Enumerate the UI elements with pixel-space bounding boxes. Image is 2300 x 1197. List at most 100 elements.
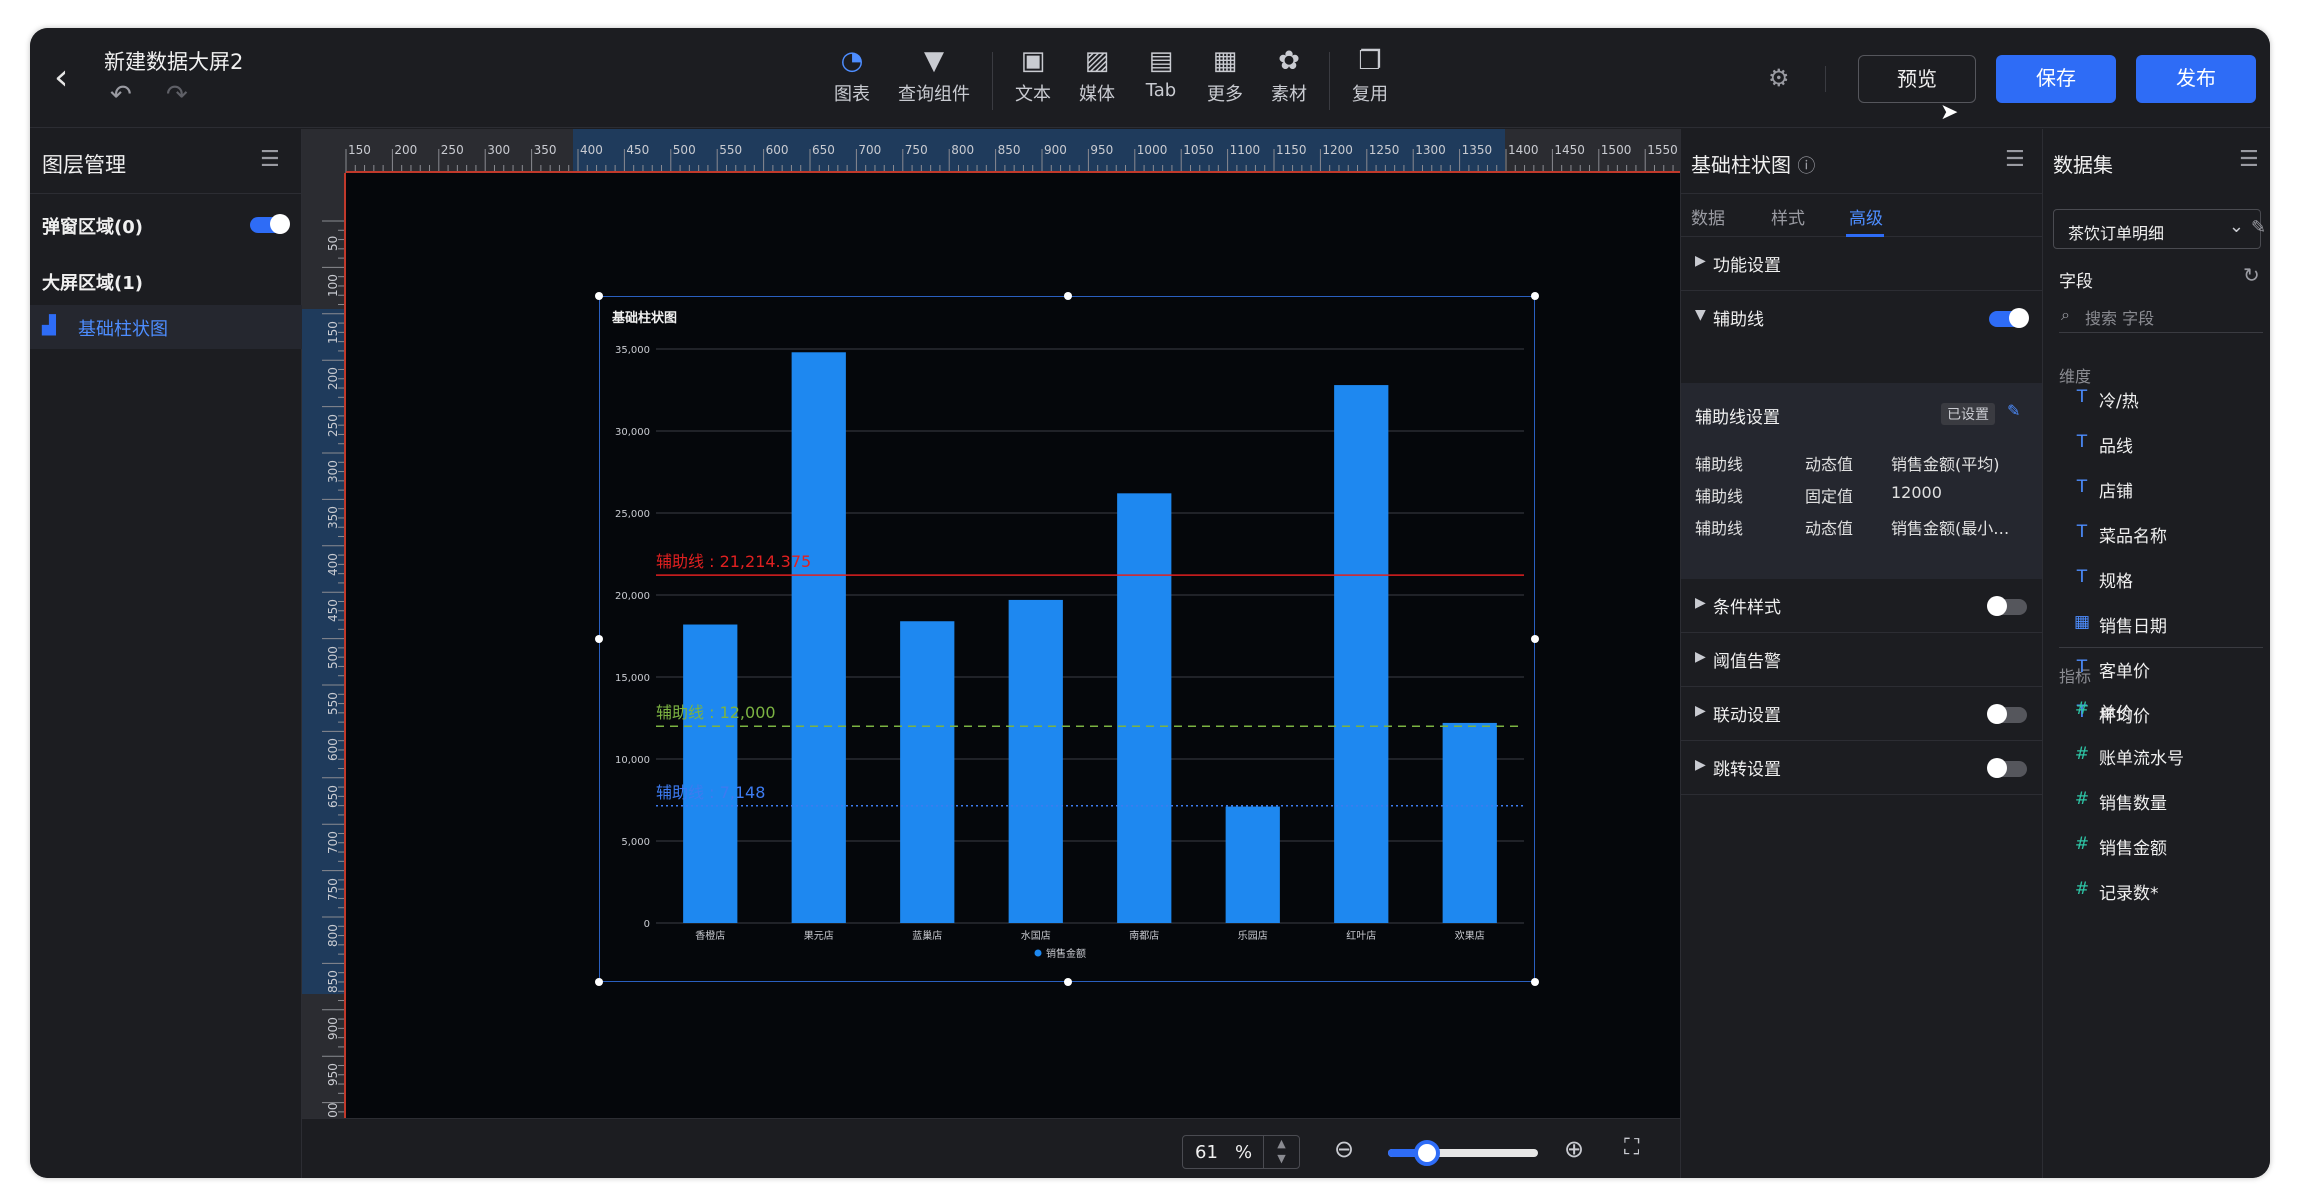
properties-panel: 基础柱状图 ⓘ ☰ 数据 样式 高级 ▶ 功能设置 ▼ 辅助线 辅助线设置 已设… xyxy=(1680,129,2043,1178)
tab-style[interactable]: 样式 xyxy=(1771,204,1805,229)
divider xyxy=(2059,647,2263,648)
tool-chart[interactable]: ◔ 图表 xyxy=(820,42,884,122)
field-item-measure[interactable]: # 单价 xyxy=(2073,697,2263,727)
aux-row-name: 辅助线 xyxy=(1695,487,1744,506)
ruler-label: 550 xyxy=(719,143,743,157)
zoom-slider[interactable] xyxy=(1388,1140,1538,1166)
zoom-value[interactable]: 61 xyxy=(1195,1142,1218,1163)
preview-button[interactable]: 预览 xyxy=(1858,55,1976,103)
tool-tab[interactable]: ▤ Tab xyxy=(1129,42,1193,122)
info-icon[interactable]: ⓘ xyxy=(1797,156,1815,177)
resize-handle[interactable] xyxy=(1531,978,1539,986)
horizontal-ruler[interactable]: 150 200 250 300 350 400 450 500 550 600 650 700 750 8… xyxy=(302,129,1680,173)
tool-reuse[interactable]: ❐ 复用 xyxy=(1338,42,1402,122)
resize-handle[interactable] xyxy=(595,635,603,643)
tab-advanced[interactable]: 高级 xyxy=(1849,204,1883,229)
refresh-icon[interactable]: ↻ xyxy=(2243,263,2260,287)
edit-pencil-icon[interactable]: ✎ xyxy=(2007,401,2020,420)
aux-row-value: 12000 xyxy=(1891,483,1942,502)
aux-settings-header: 辅助线设置 xyxy=(1695,408,1780,428)
section-label: 条件样式 xyxy=(1713,598,1781,618)
field-item-dimension[interactable]: T 菜品名称 xyxy=(2073,520,2263,550)
tab-data[interactable]: 数据 xyxy=(1691,204,1725,229)
resize-handle[interactable] xyxy=(1064,292,1072,300)
zoom-slider-knob[interactable] xyxy=(1414,1140,1440,1166)
props-title-text: 基础柱状图 xyxy=(1691,153,1791,177)
field-search[interactable]: ⌕ 搜索 字段 xyxy=(2059,303,2263,333)
field-item-dimension[interactable]: T 店铺 xyxy=(2073,475,2263,505)
fit-screen-icon[interactable]: ⛶ xyxy=(1624,1135,1639,1160)
field-item-dimension[interactable]: ▦ 销售日期 xyxy=(2073,610,2263,640)
x-tick-label: 红叶店 xyxy=(1346,929,1376,942)
field-item-measure[interactable]: # 销售金额 xyxy=(2073,832,2263,862)
field-item-dimension[interactable]: T 品线 xyxy=(2073,430,2263,460)
field-item-dimension[interactable]: T 冷/热 xyxy=(2073,385,2263,415)
field-type-icon: ▦ xyxy=(2073,612,2091,632)
linkage-toggle[interactable] xyxy=(1987,704,2027,724)
field-item-dimension[interactable]: T 客单价 xyxy=(2073,655,2263,685)
sliders-icon[interactable]: ⚙ xyxy=(1768,64,1790,92)
popup-toggle[interactable] xyxy=(250,214,290,234)
resize-handle[interactable] xyxy=(1531,635,1539,643)
menu-icon[interactable]: ☰ xyxy=(260,147,280,172)
layers-panel: 图层管理 ☰ 弹窗区域(0) 大屏区域(1) ▟ 基础柱状图 xyxy=(30,129,302,1178)
ruler-label: 750 xyxy=(904,143,928,157)
edit-pencil-icon[interactable]: ✎ xyxy=(2251,217,2266,238)
publish-button[interactable]: 发布 xyxy=(2136,55,2256,103)
save-button[interactable]: 保存 xyxy=(1996,55,2116,103)
ruler-label: 950 xyxy=(1090,143,1114,157)
ruler-label: 850 xyxy=(997,143,1021,157)
jump-toggle[interactable] xyxy=(1987,758,2027,778)
ruler-label: 500 xyxy=(326,645,340,669)
section-conditional-style[interactable]: ▶ 条件样式 xyxy=(1681,579,2043,633)
ruler-label: 900 xyxy=(326,1016,340,1040)
y-tick-label: 5,000 xyxy=(621,837,650,848)
resize-handle[interactable] xyxy=(595,978,603,986)
toolbar-divider xyxy=(1329,52,1330,110)
field-name: 店铺 xyxy=(2099,482,2133,502)
section-linkage[interactable]: ▶ 联动设置 xyxy=(1681,687,2043,741)
tool-assets[interactable]: ✿ 素材 xyxy=(1257,42,1321,122)
menu-icon[interactable]: ☰ xyxy=(2239,147,2259,172)
redo-icon[interactable]: ↷ xyxy=(166,80,188,110)
tool-more[interactable]: ▦ 更多 xyxy=(1193,42,1257,122)
page-title[interactable]: 新建数据大屏2 xyxy=(104,46,243,76)
ruler-label: 250 xyxy=(326,413,340,437)
search-placeholder[interactable]: 搜索 字段 xyxy=(2085,305,2154,329)
section-threshold-alert[interactable]: ▶ 阈值告警 xyxy=(1681,633,2043,687)
menu-icon[interactable]: ☰ xyxy=(2005,147,2025,172)
field-item-measure[interactable]: # 记录数* xyxy=(2073,877,2263,907)
ruler-label: 700 xyxy=(858,143,882,157)
tool-text[interactable]: ▣ 文本 xyxy=(1001,42,1065,122)
resize-handle[interactable] xyxy=(595,292,603,300)
ruler-label: 800 xyxy=(951,143,975,157)
text-icon: ▣ xyxy=(1020,46,1046,76)
tool-query[interactable]: ▼ 查询组件 xyxy=(884,42,984,122)
zoom-out-icon[interactable]: ⊖ xyxy=(1334,1135,1354,1163)
ruler-label: 200 xyxy=(394,143,418,157)
x-tick-label: 香橙店 xyxy=(695,929,725,942)
resize-handle[interactable] xyxy=(1064,978,1072,986)
section-aux-line[interactable]: ▼ 辅助线 xyxy=(1681,291,2043,383)
back-arrow-icon[interactable]: ‹ xyxy=(54,58,84,98)
bar-chart-component[interactable]: 基础柱状图 0 5,000 10,000 15,000 20,000 25,000 30,0… xyxy=(595,292,1539,986)
ruler-label: 650 xyxy=(812,143,835,157)
vertical-ruler[interactable]: 50 100 150 200 250 300 350 400 450 500 550 600 650 70… xyxy=(302,173,346,1133)
field-item-measure[interactable]: # 销售数量 xyxy=(2073,787,2263,817)
aux-line-toggle[interactable] xyxy=(1989,308,2029,328)
layer-item-bar-chart[interactable]: ▟ 基础柱状图 xyxy=(30,305,302,349)
field-item-dimension[interactable]: T 规格 xyxy=(2073,565,2263,595)
field-item-measure[interactable]: # 账单流水号 xyxy=(2073,742,2263,772)
zoom-spinner[interactable]: ▲ ▼ xyxy=(1263,1136,1299,1168)
y-tick-label: 25,000 xyxy=(615,509,650,520)
conditional-style-toggle[interactable] xyxy=(1987,596,2027,616)
zoom-in-icon[interactable]: ⊕ xyxy=(1564,1135,1584,1163)
resize-handle[interactable] xyxy=(1531,292,1539,300)
tool-media[interactable]: ▨ 媒体 xyxy=(1065,42,1129,122)
aux-row-kind: 固定值 xyxy=(1805,487,1854,506)
zoom-input[interactable]: 61 % ▲ ▼ xyxy=(1182,1135,1300,1169)
undo-icon[interactable]: ↶ xyxy=(110,80,132,110)
dataset-select[interactable]: 茶饮订单明细 ⌄ xyxy=(2053,209,2261,249)
section-function[interactable]: ▶ 功能设置 xyxy=(1681,237,2043,291)
section-jump[interactable]: ▶ 跳转设置 xyxy=(1681,741,2043,795)
